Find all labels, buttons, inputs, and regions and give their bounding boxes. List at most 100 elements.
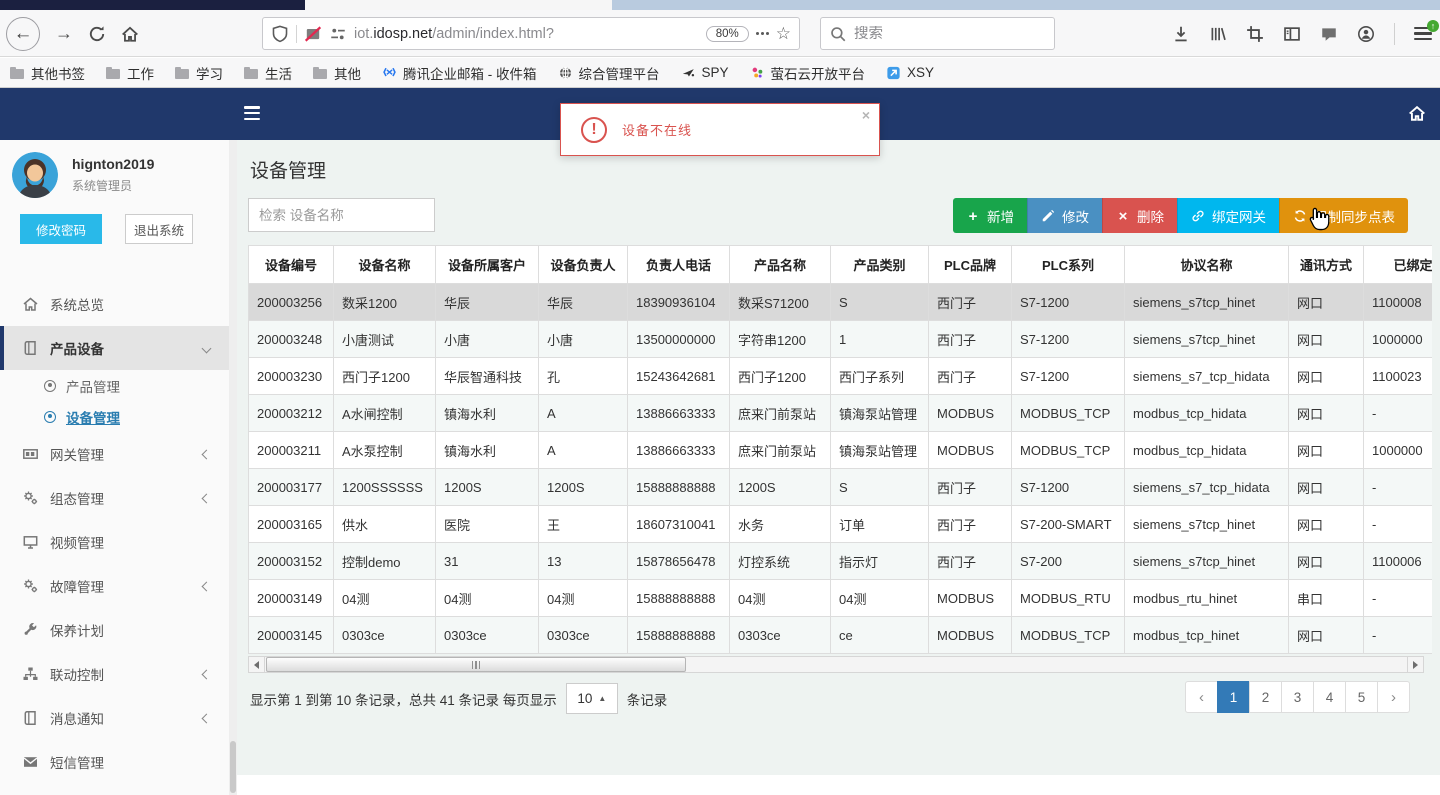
pager-page-1[interactable]: 1 [1217, 681, 1250, 713]
pencil-action-button[interactable]: 修改 [1027, 198, 1102, 233]
blocked-image-icon[interactable] [304, 25, 322, 43]
device-search-input[interactable] [248, 198, 435, 232]
bookmark-item[interactable]: 其他 [313, 63, 361, 83]
bookmark-item[interactable]: SPY [681, 65, 729, 80]
browser-search-input[interactable] [854, 25, 1046, 42]
menu-icon[interactable]: ↑ [1414, 19, 1439, 41]
table-row[interactable]: 200003152 控制demo 31 13 15878656478 灯控系统 指示灯 西门子… [248, 542, 1432, 580]
cross-action-button[interactable]: × 删除 [1102, 198, 1177, 233]
bookmark-star-icon[interactable]: ☆ [776, 25, 791, 42]
sidebar: hignton2019 系统管理员 修改密码 退出系统 系统总览 产品设备 产品管理… [0, 140, 230, 795]
home-icon[interactable] [121, 25, 139, 43]
column-header[interactable]: 设备所属客户 [435, 245, 539, 284]
sidebar-menu-item[interactable]: 保养计划 [0, 608, 230, 652]
table-row[interactable]: 200003177 1200SSSSSS 1200S 1200S 15888888888… [248, 468, 1432, 506]
table-row[interactable]: 200003256 数采1200 华辰 华辰 18390936104 数采S71200 S 西… [248, 283, 1432, 321]
plus-action-button[interactable]: + 新增 [953, 198, 1027, 233]
scrollbar-track[interactable] [265, 656, 1407, 673]
sidebar-menu-item[interactable]: 产品设备 [0, 326, 230, 370]
table-cell: 水务 [729, 505, 831, 543]
scroll-left-button[interactable] [248, 656, 265, 673]
url-bar[interactable]: iot.idosp.net/admin/index.html? 80% ☆ [262, 17, 800, 50]
pager-page-4[interactable]: 4 [1313, 681, 1346, 713]
column-header[interactable]: PLC系列 [1011, 245, 1125, 284]
table-row[interactable]: 200003230 西门子1200 华辰智通科技孔 15243642681 西门子120… [248, 357, 1432, 395]
table-row[interactable]: 200003212 A水闸控制 镇海水利 A 13886663333 庶来门前泵站 镇海泵站… [248, 394, 1432, 432]
bookmark-item[interactable]: 其他书签 [10, 63, 85, 83]
sidebar-submenu-item[interactable]: 设备管理 [0, 401, 230, 432]
sidebar-menu-item[interactable]: 故障管理 [0, 564, 230, 608]
column-header[interactable]: 产品类别 [830, 245, 929, 284]
table-row[interactable]: 200003211 A水泵控制 镇海水利 A 13886663333 庶来门前泵站 镇海泵站… [248, 431, 1432, 469]
column-header[interactable]: 已绑定网关 [1363, 245, 1432, 284]
alert-close-icon[interactable]: × [862, 107, 870, 123]
pager-next[interactable]: › [1377, 681, 1410, 713]
pager-prev[interactable]: ‹ [1185, 681, 1218, 713]
page-actions-icon[interactable] [755, 32, 769, 35]
browser-search-box[interactable] [820, 17, 1055, 50]
chat-icon[interactable] [1320, 25, 1338, 43]
column-header[interactable]: 设备编号 [248, 245, 334, 284]
bookmark-item[interactable]: 学习 [175, 63, 223, 83]
shield-icon[interactable] [271, 25, 289, 43]
download-icon[interactable] [1172, 25, 1190, 43]
screenshot-icon[interactable] [1246, 25, 1264, 43]
logout-button[interactable]: 退出系统 [125, 214, 193, 244]
table-cell: 200003149 [248, 579, 334, 617]
bookmark-item[interactable]: XSY [886, 65, 934, 80]
bookmark-label: 工作 [127, 66, 154, 82]
app-home-icon[interactable] [1408, 104, 1426, 122]
sidebar-menu-item[interactable]: 组态管理 [0, 476, 230, 520]
table-row[interactable]: 200003165 供水 医院王 18607310041 水务 订单 西门子 S7-200-S… [248, 505, 1432, 543]
bookmark-item[interactable]: 腾讯企业邮箱 - 收件箱 [382, 63, 537, 83]
page-size-select[interactable]: 10 ▲ [565, 683, 618, 714]
column-header[interactable]: 通讯方式 [1288, 245, 1364, 284]
pager-page-2[interactable]: 2 [1249, 681, 1282, 713]
column-header[interactable]: 负责人电话 [627, 245, 730, 284]
library-icon[interactable] [1209, 25, 1227, 43]
table-cell: 200003212 [248, 394, 334, 432]
sidebar-submenu-item[interactable]: 产品管理 [0, 370, 230, 401]
column-header[interactable]: PLC品牌 [928, 245, 1012, 284]
scroll-right-button[interactable] [1407, 656, 1424, 673]
active-tab-segment[interactable] [305, 0, 612, 10]
sidebar-menu-item[interactable]: 视频管理 [0, 520, 230, 564]
column-header[interactable]: 设备名称 [333, 245, 436, 284]
permissions-icon[interactable] [329, 25, 347, 43]
table-row[interactable]: 200003149 04测 04测 04测 15888888888 04测 04测 MODBU… [248, 579, 1432, 617]
url-text[interactable]: iot.idosp.net/admin/index.html? [354, 26, 699, 42]
back-button[interactable]: ← [6, 16, 40, 51]
change-password-button[interactable]: 修改密码 [20, 214, 102, 244]
link-action-button[interactable]: 绑定网关 [1177, 198, 1279, 233]
bookmark-item[interactable]: 生活 [244, 63, 292, 83]
button-label: 新增 [987, 209, 1014, 225]
horizontal-scrollbar[interactable] [248, 656, 1424, 673]
pager-page-3[interactable]: 3 [1281, 681, 1314, 713]
scrollbar-thumb[interactable] [266, 657, 686, 672]
pager-page-5[interactable]: 5 [1345, 681, 1378, 713]
column-header[interactable]: 协议名称 [1124, 245, 1289, 284]
sidebar-menu-item[interactable]: 消息通知 [0, 696, 230, 740]
zoom-level-badge[interactable]: 80% [705, 25, 749, 42]
sidebar-menu-item[interactable]: 网关管理 [0, 432, 230, 476]
refresh-action-button[interactable]: 强制同步点表 [1279, 198, 1408, 233]
sidebar-menu-item[interactable]: 短信管理 [0, 740, 230, 784]
column-header[interactable]: 设备负责人 [538, 245, 628, 284]
chevron-left-icon [201, 449, 212, 459]
bookmark-item[interactable]: 综合管理平台 [558, 63, 660, 83]
column-header[interactable]: 产品名称 [729, 245, 831, 284]
table-row[interactable]: 200003248 小唐测试 小唐 小唐 13500000000 字符串1200 1 西门子 S… [248, 320, 1432, 358]
sidebar-collapse-icon[interactable] [244, 106, 260, 120]
forward-button[interactable]: → [55, 23, 73, 44]
sidebar-menu-item[interactable]: 系统总览 [0, 282, 230, 326]
sidebar-scrollbar-thumb[interactable] [230, 741, 236, 793]
bookmark-item[interactable]: 工作 [106, 63, 154, 83]
reload-icon[interactable] [88, 25, 106, 43]
table-cell: 网口 [1288, 283, 1364, 321]
sidebar-menu-item[interactable]: 联动控制 [0, 652, 230, 696]
table-row[interactable]: 200003145 0303ce 0303ce 0303ce 15888888888 03… [248, 616, 1432, 654]
account-icon[interactable] [1357, 25, 1375, 43]
sidebar-toggle-icon[interactable] [1283, 25, 1301, 43]
bookmark-item[interactable]: 萤石云开放平台 [750, 63, 865, 83]
sidebar-scrollbar[interactable] [229, 140, 237, 795]
